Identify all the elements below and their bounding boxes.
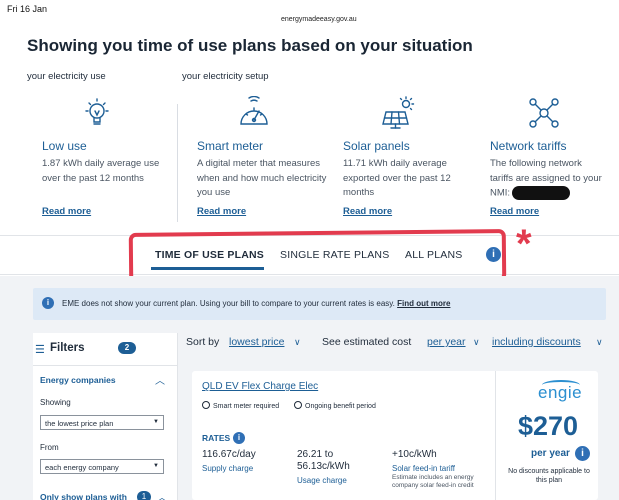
notice-banner: i EME does not show your current plan. U… [33, 288, 606, 320]
card-description: 11.71 kWh daily average exported over th… [343, 158, 451, 198]
read-more-link[interactable]: Read more [42, 206, 91, 217]
caret-down-icon: ▼ [153, 463, 159, 469]
solar-panel-icon [382, 96, 415, 129]
usage-charge-label: Usage charge [297, 476, 347, 485]
read-more-link[interactable]: Read more [490, 206, 539, 217]
chevron-down-icon[interactable]: ∨ [294, 337, 301, 348]
info-icon[interactable]: i [575, 446, 590, 461]
section-label-setup: your electricity setup [182, 71, 269, 82]
card-description: 1.87 kWh daily average use over the past… [42, 158, 160, 184]
supply-charge-value: 116.67c/day [202, 449, 256, 460]
showing-label: Showing [40, 398, 71, 407]
estimated-cost-label: See estimated cost [322, 336, 412, 348]
filters-label: Filters [50, 342, 85, 354]
plan-name-link[interactable]: QLD EV Flex Charge Elec [202, 381, 318, 392]
filters-header[interactable]: ☰ Filters 2 [33, 340, 178, 358]
info-icon[interactable]: i [233, 432, 245, 444]
from-label: From [40, 443, 59, 452]
read-more-link[interactable]: Read more [197, 206, 246, 217]
sliders-icon: ☰ [35, 344, 45, 356]
usage-charge-value: 26.21 to 56.13c/kWh [297, 449, 350, 472]
discounts-select[interactable]: including discounts [492, 336, 581, 348]
energy-companies-heading[interactable]: Energy companies [40, 375, 116, 385]
smart-meter-icon [202, 401, 210, 409]
annotation-star: * [516, 222, 532, 266]
filters-sidebar: ☰ Filters 2 Energy companies ︿ Showing t… [33, 333, 178, 500]
chevron-up-icon[interactable]: ︿ [157, 489, 167, 500]
card-title: Low use [42, 139, 87, 153]
card-description: The following network tariffs are assign… [490, 158, 602, 200]
feed-in-tariff-value: +10c/kWh [392, 449, 437, 460]
card-title: Solar panels [343, 139, 410, 153]
info-icon: i [42, 297, 54, 309]
clock-icon [294, 401, 302, 409]
no-discounts-note: No discounts applicable to this plan [508, 468, 590, 484]
redaction-mark [512, 186, 571, 200]
sort-by-select[interactable]: lowest price [229, 336, 284, 348]
plan-tag: Smart meter required [202, 401, 279, 410]
section-divider [177, 104, 178, 222]
supply-charge-label: Supply charge [202, 464, 254, 473]
price-period: per year [531, 448, 570, 459]
chevron-down-icon[interactable]: ∨ [473, 337, 480, 348]
feed-in-tariff-label: Solar feed-in tariff [392, 464, 455, 473]
price-divider [495, 371, 496, 500]
showing-select[interactable]: the lowest price plan ▼ [40, 415, 164, 430]
estimated-cost-select[interactable]: per year [427, 336, 466, 348]
feed-in-note: Estimate includes an energy company sola… [392, 474, 474, 489]
chevron-down-icon[interactable]: ∨ [596, 337, 603, 348]
rates-heading: RATES [202, 433, 231, 443]
card-description: A digital meter that measures when and h… [197, 158, 327, 198]
page-title: Showing you time of use plans based on y… [27, 36, 473, 55]
chevron-up-icon[interactable]: ︿ [155, 372, 165, 387]
lightbulb-icon [85, 98, 109, 125]
section-label-use: your electricity use [27, 71, 106, 82]
from-select[interactable]: each energy company ▼ [40, 459, 164, 474]
notice-text: EME does not show your current plan. Usi… [62, 299, 451, 308]
network-icon [529, 98, 559, 128]
speedometer-icon [240, 96, 268, 125]
brand-logo: engie [538, 383, 583, 402]
sort-by-label: Sort by [186, 336, 220, 348]
status-time: Fri 16 Jan [7, 4, 48, 14]
only-show-count-badge: 1 [137, 491, 151, 500]
sidebar-divider [33, 365, 178, 366]
only-show-heading[interactable]: Only show plans with [40, 492, 127, 500]
card-title: Network tariffs [490, 139, 567, 153]
plan-price: $270 [518, 411, 579, 441]
url-label[interactable]: energymadeeasy.gov.au [281, 16, 357, 23]
find-out-more-link[interactable]: Find out more [397, 299, 450, 308]
read-more-link[interactable]: Read more [343, 206, 392, 217]
plan-tag: Ongoing benefit period [294, 401, 376, 410]
plan-card: QLD EV Flex Charge Elec Smart meter requ… [192, 371, 598, 500]
caret-down-icon: ▼ [153, 419, 159, 425]
card-title: Smart meter [197, 139, 264, 153]
filters-count-badge: 2 [118, 342, 136, 354]
